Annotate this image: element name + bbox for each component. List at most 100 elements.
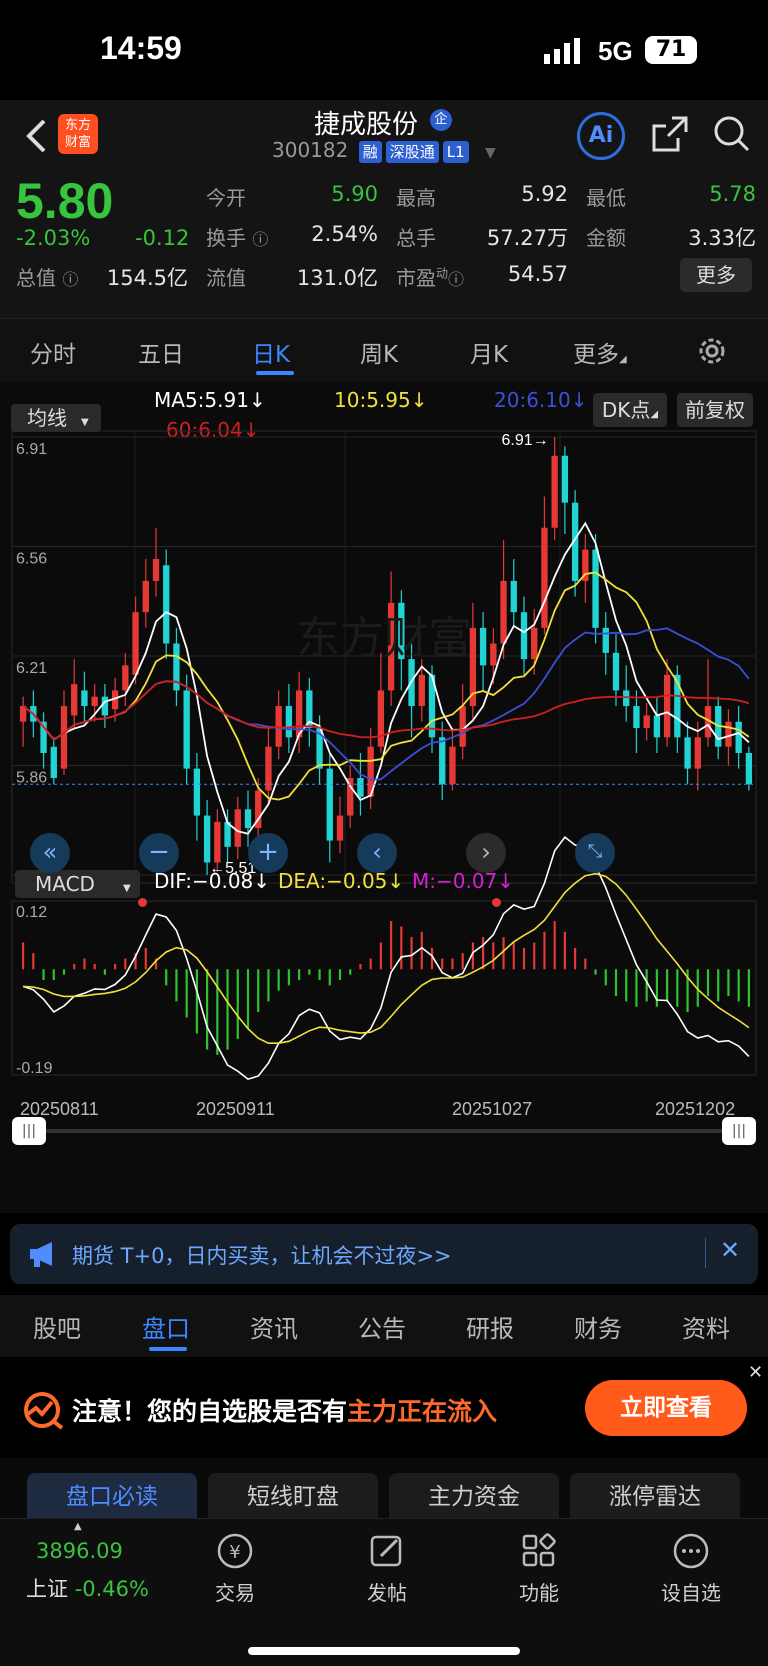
subtab-short-term[interactable]: 短线盯盘: [208, 1473, 378, 1521]
candle-body: [244, 809, 252, 829]
ai-button[interactable]: Ai: [577, 112, 625, 160]
fullscreen-icon[interactable]: ⤡: [575, 833, 615, 873]
candle-body: [745, 752, 753, 785]
candle-body: [500, 580, 507, 644]
tag-connect: 深股通: [385, 141, 439, 163]
nav-post[interactable]: 发帖: [332, 1531, 442, 1606]
back-icon[interactable]: [24, 118, 48, 158]
scroll-left-icon[interactable]: ‹: [357, 833, 397, 873]
tab-more[interactable]: 更多◢: [573, 335, 627, 369]
candle-body: [377, 690, 385, 747]
stock-code: 300182: [272, 138, 349, 162]
ma-line-ma60: [22, 680, 750, 741]
more-button[interactable]: 更多: [680, 258, 752, 292]
date-axis-label: 20250911: [196, 1099, 275, 1119]
tab-research[interactable]: 研报: [466, 1309, 514, 1344]
adjust-mode-button[interactable]: 前复权: [677, 393, 753, 427]
candle-body: [122, 665, 129, 691]
tab-order-book[interactable]: 盘口: [142, 1309, 190, 1344]
dea-legend: DEA:−0.05↓: [278, 869, 405, 893]
candle-body: [234, 809, 241, 847]
ad-banner[interactable]: 期货 T+0，日内买卖，让机会不过夜>> ✕: [10, 1224, 758, 1284]
tab-financials[interactable]: 财务: [574, 1309, 622, 1344]
stock-code-row[interactable]: 300182 融深股通 L1 ▼: [272, 138, 496, 163]
subtab-main-funds[interactable]: 主力资金: [389, 1473, 559, 1521]
candle-body: [684, 737, 691, 769]
info-icon[interactable]: ⓘ: [252, 230, 268, 249]
candle-body: [663, 674, 671, 738]
share-icon[interactable]: [650, 114, 690, 158]
search-icon[interactable]: [712, 114, 752, 158]
dk-point-button[interactable]: DK点◢: [593, 393, 667, 427]
tab-weekly-k[interactable]: 周K: [360, 335, 398, 369]
promo-banner[interactable]: ✕ 注意！您的自选股是否有主力正在流入 立即查看: [0, 1358, 768, 1458]
tab-intraday[interactable]: 分时: [30, 335, 76, 369]
candle-body: [551, 455, 558, 528]
tab-news[interactable]: 资讯: [250, 1309, 298, 1344]
kline-svg[interactable]: 6.916.566.215.865.516.91→←5.51东方财富0.12-0…: [0, 423, 768, 1213]
tab-monthly-k[interactable]: 月K: [470, 335, 508, 369]
nav-add-watchlist[interactable]: 设自选: [636, 1531, 746, 1606]
scroll-left-fast-icon[interactable]: «: [30, 833, 70, 873]
view-now-button[interactable]: 立即查看: [585, 1380, 747, 1436]
tab-profile[interactable]: 资料: [682, 1309, 730, 1344]
trend-icon: [22, 1390, 66, 1434]
float-value: 131.0亿: [296, 266, 378, 290]
candle-body: [152, 559, 160, 581]
candle-body: [623, 690, 630, 707]
ma10-legend: 10:5.95↓: [334, 388, 428, 412]
last-price: 5.80: [16, 173, 114, 229]
chevron-down-icon: ▼: [485, 145, 496, 161]
zoom-in-icon[interactable]: +: [248, 833, 288, 873]
app-logo: 东方 财富: [58, 114, 98, 154]
tab-daily-k[interactable]: 日K: [252, 335, 290, 369]
chevron-down-icon: ▼: [122, 883, 131, 894]
nav-trade[interactable]: ¥ 交易: [180, 1531, 290, 1606]
ad-text[interactable]: 期货 T+0，日内买卖，让机会不过夜>>: [72, 1240, 452, 1270]
open-label: 今开: [206, 186, 246, 210]
close-icon[interactable]: ✕: [748, 1362, 763, 1383]
candle-body: [541, 527, 548, 628]
home-indicator: [248, 1647, 520, 1655]
ma5-legend: MA5:5.91↓: [154, 388, 266, 412]
range-slider-left-handle[interactable]: |||: [12, 1117, 46, 1145]
zoom-out-icon[interactable]: −: [139, 833, 179, 873]
candle-body: [561, 455, 569, 503]
scroll-right-icon[interactable]: ›: [466, 833, 506, 873]
index-value[interactable]: 3896.09: [36, 1539, 123, 1563]
candle-body: [643, 715, 650, 728]
info-icon[interactable]: ⓘ: [62, 270, 78, 289]
more-dots-icon: [671, 1531, 711, 1571]
candle-body: [612, 652, 620, 691]
red-dot: [492, 898, 501, 907]
tab-forum[interactable]: 股吧: [33, 1309, 81, 1344]
subtab-must-read[interactable]: 盘口必读: [27, 1473, 197, 1521]
candle-body: [735, 721, 742, 753]
candle-body: [439, 737, 446, 785]
indicator-selector[interactable]: MACD ▼: [15, 870, 140, 898]
tab-announcements[interactable]: 公告: [358, 1309, 406, 1344]
nav-functions[interactable]: 功能: [484, 1531, 594, 1606]
trade-yen-icon: ¥: [215, 1531, 255, 1571]
battery-icon: 71: [645, 36, 697, 64]
settings-gear-icon[interactable]: [696, 335, 728, 371]
date-axis-label: 20251202: [655, 1099, 735, 1119]
close-icon[interactable]: ✕: [720, 1236, 740, 1264]
subtab-limit-up-radar[interactable]: 涨停雷达: [570, 1473, 740, 1521]
candle-body: [81, 690, 88, 707]
info-icon[interactable]: ⓘ: [448, 270, 464, 289]
high-price-marker: 6.91→: [502, 432, 549, 449]
candle-body: [592, 549, 599, 628]
watermark: 东方财富: [296, 614, 472, 663]
candle-body: [142, 580, 149, 613]
candle-body: [694, 737, 701, 769]
volume-label: 总手: [396, 226, 436, 250]
dropdown-corner-icon: ◢: [650, 409, 659, 420]
candle-body: [183, 690, 190, 769]
banner-text: 注意！您的自选股是否有主力正在流入: [72, 1397, 498, 1426]
mktcap-value: 154.5亿: [106, 266, 188, 290]
range-slider-right-handle[interactable]: |||: [722, 1117, 756, 1145]
range-slider-track[interactable]: [12, 1129, 756, 1133]
index-ticker[interactable]: 上证 -0.46%: [26, 1573, 149, 1603]
tab-five-day[interactable]: 五日: [138, 335, 184, 369]
